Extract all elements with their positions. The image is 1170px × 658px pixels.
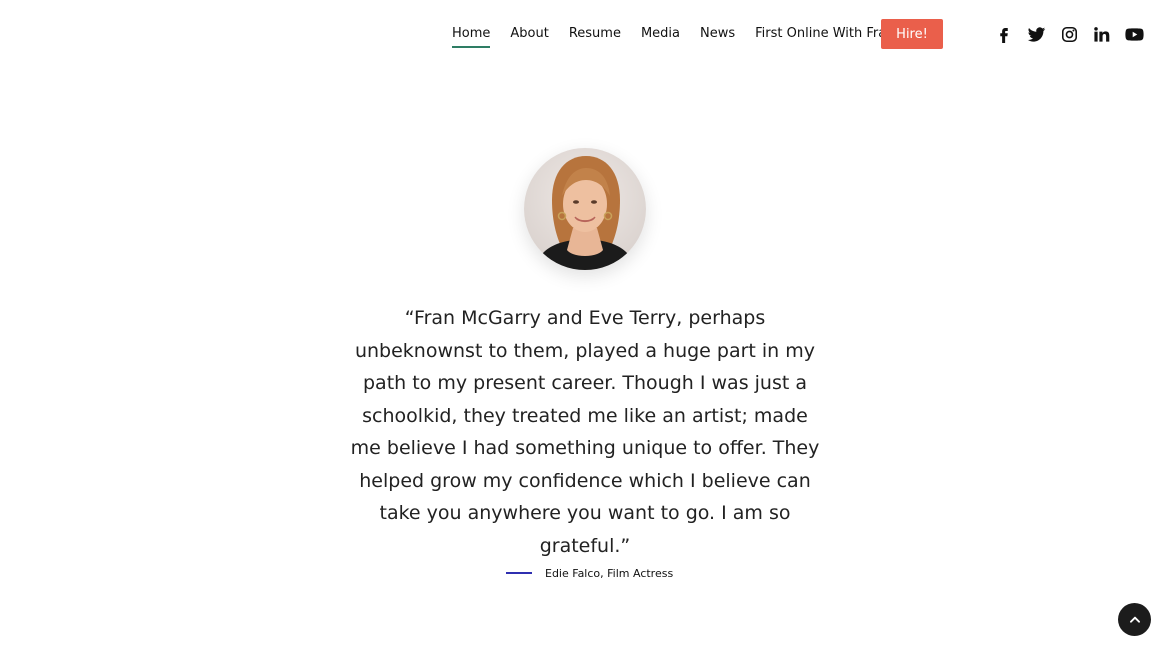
author-name: Edie Falco, Film Actress [545, 566, 674, 580]
nav-item-about[interactable]: About [510, 26, 548, 41]
scroll-to-top-button[interactable] [1118, 603, 1151, 636]
hire-button[interactable]: Hire! [881, 19, 943, 49]
author-avatar [524, 148, 646, 270]
testimonial-author: Edie Falco, Film Actress [506, 564, 673, 582]
nav-item-news[interactable]: News [700, 26, 735, 41]
instagram-icon[interactable] [1059, 24, 1079, 44]
linkedin-icon[interactable] [1092, 24, 1112, 44]
page: Home About Resume Media News First Onlin… [0, 0, 1170, 658]
nav-item-home[interactable]: Home [452, 26, 491, 48]
nav-item-first-online-with-fran[interactable]: First Online With Fran [755, 26, 894, 41]
social-links [994, 24, 1144, 44]
chevron-up-icon [1129, 616, 1140, 623]
testimonial-quote: “Fran McGarry and Eve Terry, perhaps unb… [350, 307, 820, 557]
nav-item-resume[interactable]: Resume [569, 26, 621, 41]
twitter-icon[interactable] [1027, 24, 1047, 44]
nav-item-media[interactable]: Media [641, 26, 680, 41]
author-divider-line [506, 572, 532, 574]
facebook-icon[interactable] [994, 24, 1014, 44]
youtube-icon[interactable] [1124, 24, 1144, 44]
main-nav: Home About Resume Media News First Onlin… [452, 18, 914, 48]
site-header: Home About Resume Media News First Onlin… [0, 0, 1170, 68]
